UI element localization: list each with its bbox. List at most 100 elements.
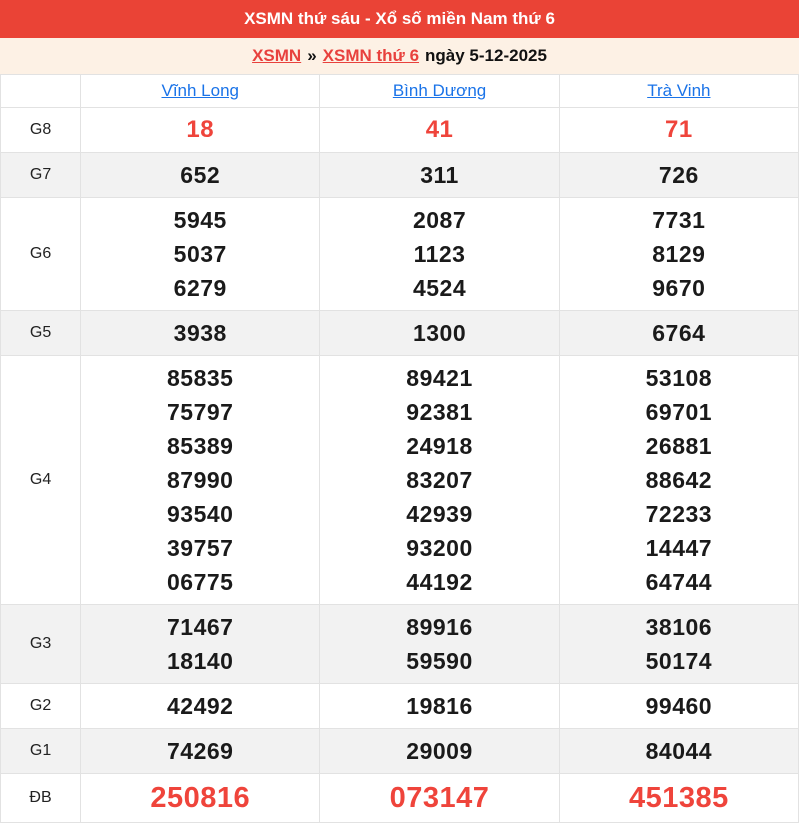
result-number: 19816 (320, 689, 558, 723)
result-number: 69701 (560, 395, 798, 429)
result-cell: 773181299670 (559, 198, 798, 311)
prize-label: G8 (1, 108, 81, 153)
prize-label: G6 (1, 198, 81, 311)
result-cell: 594550376279 (81, 198, 320, 311)
province-header-binh-duong: Bình Dương (320, 75, 559, 108)
result-cell: 652 (81, 153, 320, 198)
result-number: 75797 (81, 395, 319, 429)
result-number: 311 (320, 158, 558, 192)
province-header-vinh-long: Vĩnh Long (81, 75, 320, 108)
prize-row-2: G7652311726 (1, 153, 799, 198)
result-number: 92381 (320, 395, 558, 429)
prize-row-9: ĐB250816073147451385 (1, 774, 799, 823)
result-number: 5945 (81, 203, 319, 237)
result-number: 71 (560, 113, 798, 147)
result-number: 2087 (320, 203, 558, 237)
result-cell: 99460 (559, 684, 798, 729)
province-link-tra-vinh[interactable]: Trà Vinh (647, 81, 710, 100)
results-tbody: G8184171G7652311726G65945503762792087112… (1, 108, 799, 823)
result-number: 99460 (560, 689, 798, 723)
result-number: 24918 (320, 429, 558, 463)
result-number: 53108 (560, 361, 798, 395)
result-number: 7731 (560, 203, 798, 237)
result-number: 29009 (320, 734, 558, 768)
result-number: 652 (81, 158, 319, 192)
lottery-results-page: XSMN thứ sáu - Xổ số miền Nam thứ 6 XSMN… (0, 0, 799, 823)
prize-label: G2 (1, 684, 81, 729)
result-cell: 89421923812491883207429399320044192 (320, 356, 559, 605)
result-number: 85835 (81, 361, 319, 395)
breadcrumb-link-xsmn-thu-6[interactable]: XSMN thứ 6 (323, 46, 419, 66)
result-cell: 29009 (320, 729, 559, 774)
breadcrumb-link-xsmn[interactable]: XSMN (252, 46, 301, 66)
prize-row-8: G1742692900984044 (1, 729, 799, 774)
prize-row-4: G5393813006764 (1, 311, 799, 356)
result-cell: 726 (559, 153, 798, 198)
result-cell: 74269 (81, 729, 320, 774)
result-number: 50174 (560, 644, 798, 678)
result-number: 1123 (320, 237, 558, 271)
prize-column-corner (1, 75, 81, 108)
result-number: 726 (560, 158, 798, 192)
result-number: 71467 (81, 610, 319, 644)
result-cell: 311 (320, 153, 559, 198)
result-number: 4524 (320, 271, 558, 305)
result-cell: 42492 (81, 684, 320, 729)
result-cell: 250816 (81, 774, 320, 823)
prize-label: G3 (1, 605, 81, 684)
result-number: 073147 (320, 779, 558, 817)
result-cell: 208711234524 (320, 198, 559, 311)
result-cell: 18 (81, 108, 320, 153)
result-number: 93200 (320, 531, 558, 565)
result-cell: 6764 (559, 311, 798, 356)
result-number: 3938 (81, 316, 319, 350)
result-cell: 451385 (559, 774, 798, 823)
result-number: 8129 (560, 237, 798, 271)
result-number: 64744 (560, 565, 798, 599)
result-number: 89421 (320, 361, 558, 395)
result-number: 06775 (81, 565, 319, 599)
breadcrumb-date: ngày 5-12-2025 (425, 46, 547, 66)
prize-row-6: G3714671814089916595903810650174 (1, 605, 799, 684)
result-number: 18 (81, 113, 319, 147)
result-number: 1300 (320, 316, 558, 350)
result-number: 38106 (560, 610, 798, 644)
province-header-row: Vĩnh Long Bình Dương Trà Vinh (1, 75, 799, 108)
result-cell: 073147 (320, 774, 559, 823)
result-cell: 85835757978538987990935403975706775 (81, 356, 320, 605)
result-number: 44192 (320, 565, 558, 599)
result-number: 26881 (560, 429, 798, 463)
result-number: 41 (320, 113, 558, 147)
prize-row-1: G8184171 (1, 108, 799, 153)
province-link-binh-duong[interactable]: Bình Dương (393, 81, 486, 100)
prize-label: G4 (1, 356, 81, 605)
result-cell: 3938 (81, 311, 320, 356)
result-cell: 8991659590 (320, 605, 559, 684)
result-number: 14447 (560, 531, 798, 565)
result-cell: 53108697012688188642722331444764744 (559, 356, 798, 605)
prize-label: G5 (1, 311, 81, 356)
result-number: 84044 (560, 734, 798, 768)
prize-row-3: G6594550376279208711234524773181299670 (1, 198, 799, 311)
result-number: 72233 (560, 497, 798, 531)
result-cell: 19816 (320, 684, 559, 729)
result-number: 87990 (81, 463, 319, 497)
prize-row-7: G2424921981699460 (1, 684, 799, 729)
result-number: 59590 (320, 644, 558, 678)
result-number: 6279 (81, 271, 319, 305)
prize-label: G1 (1, 729, 81, 774)
result-number: 89916 (320, 610, 558, 644)
result-cell: 71 (559, 108, 798, 153)
province-link-vinh-long[interactable]: Vĩnh Long (161, 81, 239, 100)
breadcrumb-separator: » (307, 46, 316, 66)
result-number: 74269 (81, 734, 319, 768)
result-number: 83207 (320, 463, 558, 497)
result-number: 18140 (81, 644, 319, 678)
result-number: 42492 (81, 689, 319, 723)
result-number: 93540 (81, 497, 319, 531)
result-number: 451385 (560, 779, 798, 817)
result-cell: 1300 (320, 311, 559, 356)
result-number: 250816 (81, 779, 319, 817)
prize-label: ĐB (1, 774, 81, 823)
result-cell: 3810650174 (559, 605, 798, 684)
